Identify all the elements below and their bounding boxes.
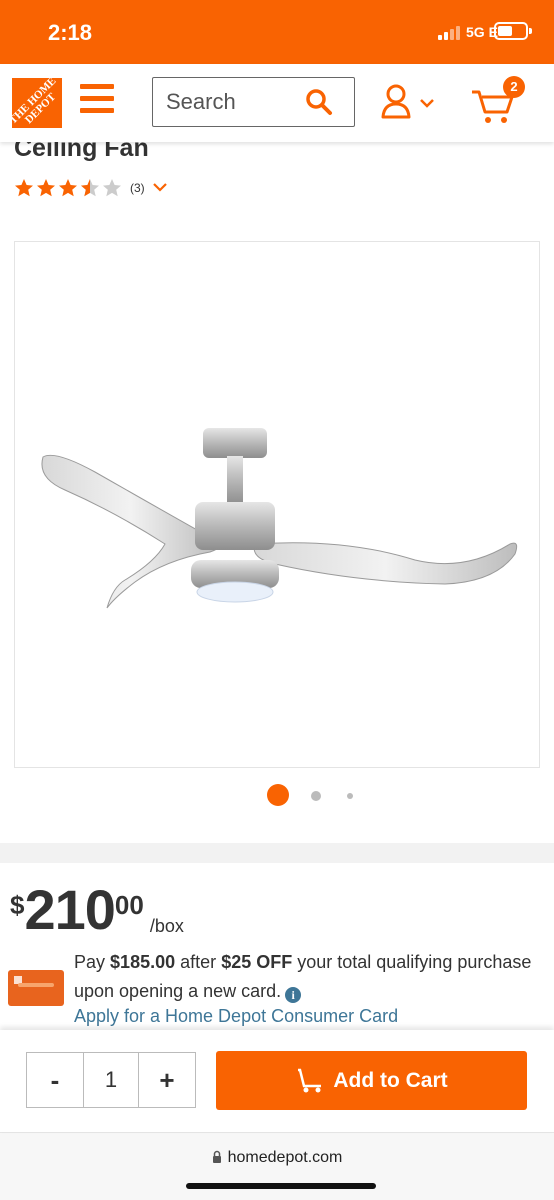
section-divider bbox=[0, 843, 554, 863]
promo-discount: $25 OFF bbox=[221, 952, 293, 972]
browser-address-bar: homedepot.com bbox=[0, 1132, 554, 1200]
product-image[interactable] bbox=[14, 241, 540, 768]
url-text: homedepot.com bbox=[227, 1149, 343, 1166]
rating-summary[interactable]: (3) bbox=[14, 178, 167, 198]
price: $ 210 00 /box bbox=[10, 882, 184, 938]
quantity-increase-button[interactable]: + bbox=[139, 1053, 195, 1107]
image-carousel-dots bbox=[0, 784, 554, 808]
battery-icon bbox=[494, 22, 532, 40]
search-box bbox=[152, 77, 355, 127]
hamburger-menu-icon[interactable] bbox=[80, 84, 114, 114]
cart-button[interactable]: 2 bbox=[470, 76, 530, 128]
logo-text: THE HOME DEPOT bbox=[12, 78, 59, 127]
price-currency: $ bbox=[10, 890, 25, 920]
account-menu-button[interactable] bbox=[380, 84, 442, 120]
status-time: 2:18 bbox=[48, 20, 93, 45]
site-header: THE HOME DEPOT 2 bbox=[0, 64, 554, 142]
card-promo-text: Pay $185.00 after $25 OFF your total qua… bbox=[74, 948, 544, 1006]
add-to-cart-bar: - 1 + Add to Cart bbox=[0, 1030, 554, 1132]
url-display[interactable]: homedepot.com bbox=[0, 1149, 554, 1168]
promo-pay-prefix: Pay bbox=[74, 952, 106, 972]
search-input[interactable] bbox=[153, 78, 303, 126]
price-unit: /box bbox=[149, 916, 184, 936]
home-depot-logo[interactable]: THE HOME DEPOT bbox=[12, 78, 62, 128]
info-icon[interactable]: i bbox=[285, 987, 302, 1003]
carousel-dot-1[interactable] bbox=[267, 784, 289, 806]
apply-card-link[interactable]: Apply for a Home Depot Consumer Card bbox=[74, 1006, 398, 1027]
add-to-cart-button[interactable]: Add to Cart bbox=[216, 1051, 527, 1110]
search-icon[interactable] bbox=[305, 88, 333, 121]
promo-pay-amount: $185.00 bbox=[110, 952, 176, 972]
status-bar: 2:18 5G E bbox=[0, 0, 554, 64]
add-to-cart-label: Add to Cart bbox=[333, 1068, 448, 1092]
price-dollars: 210 bbox=[24, 878, 115, 941]
credit-card-image bbox=[8, 970, 64, 1006]
quantity-stepper: - 1 + bbox=[26, 1052, 196, 1108]
dolly-icon bbox=[298, 1068, 322, 1092]
promo-after: after bbox=[180, 952, 217, 972]
carousel-dot-2[interactable] bbox=[311, 791, 321, 801]
cart-count-badge: 2 bbox=[503, 76, 525, 98]
review-count: (3) bbox=[130, 181, 145, 195]
quantity-decrease-button[interactable]: - bbox=[27, 1053, 83, 1107]
quantity-input[interactable]: 1 bbox=[83, 1053, 139, 1107]
star-rating bbox=[14, 178, 122, 198]
chevron-down-icon[interactable] bbox=[152, 179, 167, 197]
price-cents: 00 bbox=[114, 890, 144, 920]
lock-icon bbox=[212, 1150, 222, 1168]
user-icon bbox=[381, 84, 434, 119]
carousel-dot-3[interactable] bbox=[347, 793, 353, 799]
ceiling-fan-image bbox=[41, 428, 518, 609]
signal-icon bbox=[438, 26, 460, 40]
home-indicator[interactable] bbox=[186, 1183, 376, 1189]
